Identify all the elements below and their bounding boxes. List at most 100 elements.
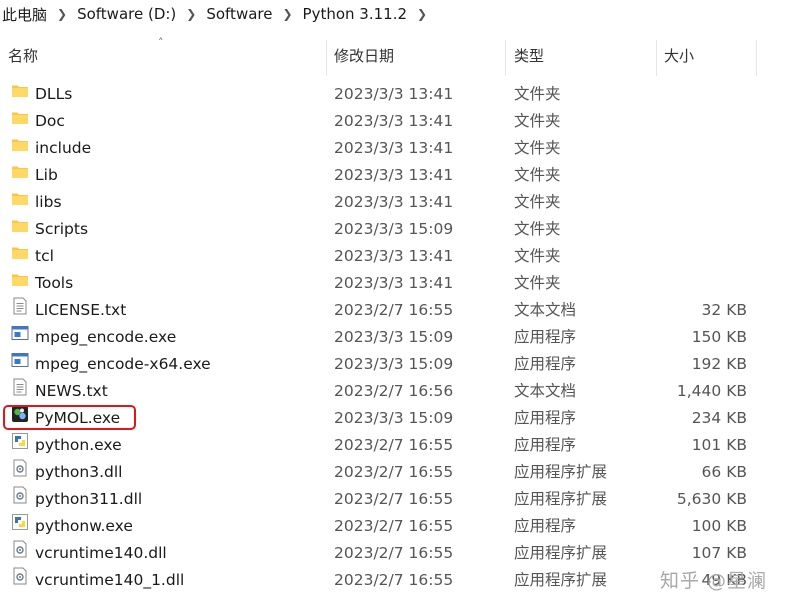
file-date: 2023/2/7 16:55 bbox=[334, 517, 454, 535]
file-row[interactable]: python311.dll 2023/2/7 16:55 应用程序扩展 5,630 K… bbox=[0, 486, 811, 513]
breadcrumb-item-python[interactable]: Python 3.11.2 bbox=[299, 5, 411, 23]
file-date: 2023/3/3 13:41 bbox=[334, 139, 454, 157]
file-date: 2023/2/7 16:55 bbox=[334, 301, 454, 319]
file-date: 2023/3/3 13:41 bbox=[334, 112, 454, 130]
file-row[interactable]: Scripts 2023/3/3 15:09 文件夹 bbox=[0, 216, 811, 243]
breadcrumb-item-this-pc[interactable]: 此电脑 bbox=[0, 4, 51, 25]
file-type: 文件夹 bbox=[514, 139, 561, 157]
file-date: 2023/3/3 15:09 bbox=[334, 355, 454, 373]
chevron-right-icon[interactable]: ❯ bbox=[411, 7, 433, 21]
file-date: 2023/3/3 13:41 bbox=[334, 247, 454, 265]
file-name: libs bbox=[35, 193, 62, 211]
file-row[interactable]: mpeg_encode.exe 2023/3/3 15:09 应用程序 150 KB bbox=[0, 324, 811, 351]
app-window-icon bbox=[11, 324, 29, 342]
app-window-icon bbox=[11, 351, 29, 369]
file-row[interactable]: pythonw.exe 2023/2/7 16:55 应用程序 100 KB bbox=[0, 513, 811, 540]
file-size: 234 KB bbox=[691, 409, 747, 427]
file-date: 2023/2/7 16:55 bbox=[334, 571, 454, 589]
breadcrumb-item-drive[interactable]: Software (D:) bbox=[73, 5, 180, 23]
file-row[interactable]: mpeg_encode-x64.exe 2023/3/3 15:09 应用程序 192… bbox=[0, 351, 811, 378]
file-name: python3.dll bbox=[35, 463, 123, 481]
column-divider[interactable] bbox=[656, 40, 657, 76]
column-divider[interactable] bbox=[326, 40, 327, 76]
file-date: 2023/3/3 15:09 bbox=[334, 220, 454, 238]
file-type: 文件夹 bbox=[514, 85, 561, 103]
file-type: 文本文档 bbox=[514, 301, 577, 319]
file-type: 文本文档 bbox=[514, 382, 577, 400]
column-divider[interactable] bbox=[505, 40, 506, 76]
file-size: 5,630 KB bbox=[676, 490, 747, 508]
file-row[interactable]: python3.dll 2023/2/7 16:55 应用程序扩展 66 KB bbox=[0, 459, 811, 486]
file-size: 107 KB bbox=[691, 544, 747, 562]
folder-icon bbox=[11, 216, 29, 234]
file-type: 应用程序扩展 bbox=[514, 544, 608, 562]
python-icon bbox=[11, 513, 29, 531]
watermark: 知乎 @星澜 bbox=[660, 570, 768, 592]
file-row[interactable]: DLLs 2023/3/3 13:41 文件夹 bbox=[0, 81, 811, 108]
file-date: 2023/3/3 13:41 bbox=[334, 193, 454, 211]
file-row[interactable]: Tools 2023/3/3 13:41 文件夹 bbox=[0, 270, 811, 297]
dll-file-icon bbox=[11, 459, 29, 477]
column-header-name[interactable]: 名称 bbox=[8, 36, 38, 76]
folder-icon bbox=[11, 162, 29, 180]
chevron-right-icon[interactable]: ❯ bbox=[51, 7, 73, 21]
file-size: 66 KB bbox=[701, 463, 747, 481]
file-type: 应用程序扩展 bbox=[514, 571, 608, 589]
file-name: Tools bbox=[35, 274, 74, 292]
breadcrumb: 此电脑 ❯ Software (D:) ❯ Software ❯ Python … bbox=[0, 0, 811, 28]
file-type: 文件夹 bbox=[514, 220, 561, 238]
column-header-size[interactable]: 大小 bbox=[664, 36, 694, 76]
file-name: mpeg_encode-x64.exe bbox=[35, 355, 211, 373]
file-name: tcl bbox=[35, 247, 54, 265]
file-date: 2023/2/7 16:56 bbox=[334, 382, 454, 400]
file-name: vcruntime140_1.dll bbox=[35, 571, 185, 589]
dll-file-icon bbox=[11, 486, 29, 504]
file-size: 192 KB bbox=[691, 355, 747, 373]
file-type: 文件夹 bbox=[514, 274, 561, 292]
file-row[interactable]: NEWS.txt 2023/2/7 16:56 文本文档 1,440 KB bbox=[0, 378, 811, 405]
file-row[interactable]: Doc 2023/3/3 13:41 文件夹 bbox=[0, 108, 811, 135]
file-row[interactable]: libs 2023/3/3 13:41 文件夹 bbox=[0, 189, 811, 216]
file-name: pythonw.exe bbox=[35, 517, 133, 535]
folder-icon bbox=[11, 270, 29, 288]
file-name: python311.dll bbox=[35, 490, 143, 508]
file-date: 2023/3/3 13:41 bbox=[334, 274, 454, 292]
file-name: Scripts bbox=[35, 220, 89, 238]
file-name: Doc bbox=[35, 112, 65, 130]
text-file-icon bbox=[11, 297, 29, 315]
folder-icon bbox=[11, 108, 29, 126]
file-row[interactable]: Lib 2023/3/3 13:41 文件夹 bbox=[0, 162, 811, 189]
file-row[interactable]: python.exe 2023/2/7 16:55 应用程序 101 KB bbox=[0, 432, 811, 459]
file-type: 应用程序 bbox=[514, 409, 577, 427]
text-file-icon bbox=[11, 378, 29, 396]
breadcrumb-item-software[interactable]: Software bbox=[202, 5, 276, 23]
file-name: vcruntime140.dll bbox=[35, 544, 167, 562]
chevron-right-icon[interactable]: ❯ bbox=[180, 7, 202, 21]
file-name: include bbox=[35, 139, 92, 157]
file-name: mpeg_encode.exe bbox=[35, 328, 177, 346]
file-type: 应用程序 bbox=[514, 517, 577, 535]
file-type: 文件夹 bbox=[514, 247, 561, 265]
file-name: DLLs bbox=[35, 85, 73, 103]
file-row[interactable]: vcruntime140.dll 2023/2/7 16:55 应用程序扩展 107 … bbox=[0, 540, 811, 567]
folder-icon bbox=[11, 135, 29, 153]
file-type: 文件夹 bbox=[514, 193, 561, 211]
file-row[interactable]: include 2023/3/3 13:41 文件夹 bbox=[0, 135, 811, 162]
column-header-type[interactable]: 类型 bbox=[514, 36, 544, 76]
folder-icon bbox=[11, 81, 29, 99]
file-list: DLLs 2023/3/3 13:41 文件夹 Doc 2023/3/3 13:41 文件… bbox=[0, 81, 811, 594]
file-name: NEWS.txt bbox=[35, 382, 108, 400]
file-type: 应用程序 bbox=[514, 328, 577, 346]
column-header-row: 名称 修改日期 类型 大小 bbox=[0, 36, 811, 76]
chevron-right-icon[interactable]: ❯ bbox=[276, 7, 298, 21]
file-size: 101 KB bbox=[691, 436, 747, 454]
file-row[interactable]: LICENSE.txt 2023/2/7 16:55 文本文档 32 KB bbox=[0, 297, 811, 324]
column-header-date[interactable]: 修改日期 bbox=[334, 36, 394, 76]
file-name: LICENSE.txt bbox=[35, 301, 127, 319]
file-type: 文件夹 bbox=[514, 112, 561, 130]
column-divider[interactable] bbox=[756, 40, 757, 76]
file-date: 2023/2/7 16:55 bbox=[334, 490, 454, 508]
file-row[interactable]: tcl 2023/3/3 13:41 文件夹 bbox=[0, 243, 811, 270]
file-date: 2023/2/7 16:55 bbox=[334, 463, 454, 481]
file-date: 2023/3/3 13:41 bbox=[334, 166, 454, 184]
